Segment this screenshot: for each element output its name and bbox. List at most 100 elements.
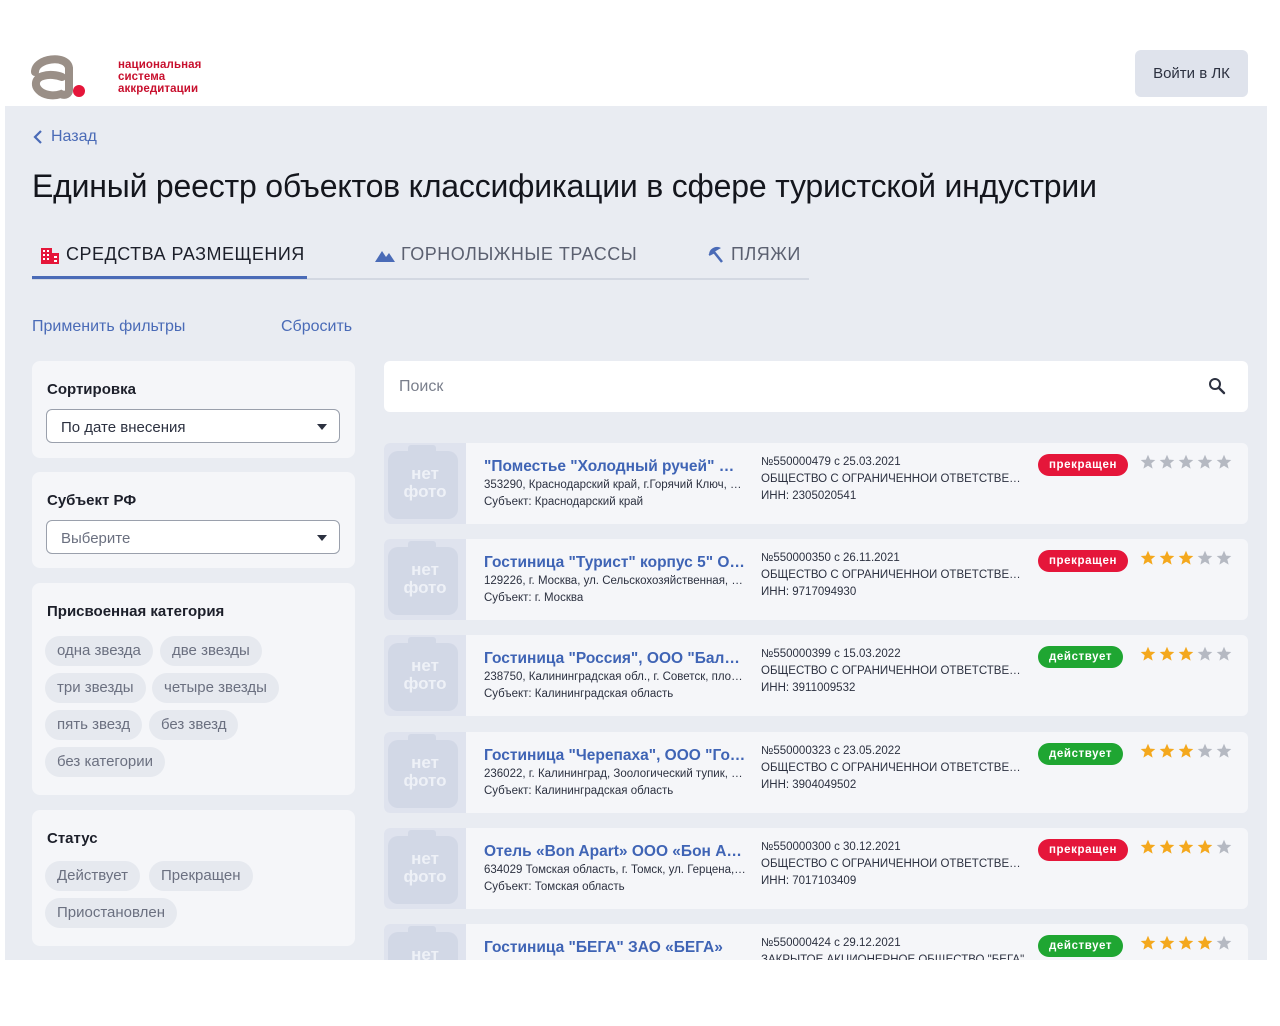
inn-number: ИНН: 9717094930 (761, 586, 857, 598)
star-icon (1159, 743, 1175, 758)
object-subject: Субъект: Томская область (484, 881, 625, 893)
star-rating (1140, 839, 1235, 855)
star-icon (1140, 454, 1156, 469)
status-badge: прекращен (1038, 454, 1128, 476)
no-photo-text: нетфото (403, 464, 447, 501)
building-icon (41, 247, 59, 264)
active-tab-indicator (32, 276, 307, 279)
object-address: 236022, г. Калининград, Зоологический ту… (484, 768, 746, 780)
result-card[interactable]: нетфото Гостиница "БЕГА" ЗАО «БЕГА» №55000… (384, 924, 1248, 960)
tab-label: ПЛЯЖИ (731, 244, 801, 264)
subject-title: Субъект РФ (47, 492, 137, 509)
object-address: 238750, Калининградская обл., г. Советск… (484, 671, 746, 683)
tab-accommodation[interactable]: СРЕДСТВА РАЗМЕЩЕНИЯ (40, 244, 305, 265)
star-icon (1216, 550, 1232, 565)
chip-five-stars[interactable]: пять звезд (45, 710, 143, 740)
back-label: Назад (51, 128, 97, 145)
subject-select[interactable]: Выберите (46, 520, 340, 554)
star-rating (1140, 550, 1235, 566)
star-icon (1197, 646, 1213, 661)
star-icon (1178, 550, 1194, 565)
no-photo-placeholder: нетфото (384, 828, 466, 909)
no-photo-placeholder: нетфото (384, 732, 466, 813)
star-icon (1140, 743, 1156, 758)
object-name[interactable]: Отель «Bon Apart» ООО «Бон Апарт» (484, 843, 746, 861)
star-icon (1159, 646, 1175, 661)
status-badge: действует (1038, 935, 1124, 957)
object-name[interactable]: Гостиница "Россия", ООО "Балтик... (484, 650, 746, 668)
object-name[interactable]: Гостиница "БЕГА" ЗАО «БЕГА» (484, 939, 746, 957)
status-badge: прекращен (1038, 550, 1128, 572)
no-photo-text: нетфото (403, 753, 447, 790)
registry-number: №550000300 с 30.12.2021 (761, 841, 901, 853)
category-tabs: СРЕДСТВА РАЗМЕЩЕНИЯ ГОРНОЛЫЖНЫЕ ТРАССЫ П… (32, 234, 809, 280)
result-card[interactable]: нет фото "Поместье "Холодный ручей" ОО... 3… (384, 443, 1248, 524)
tab-ski-slopes[interactable]: ГОРНОЛЫЖНЫЕ ТРАССЫ (375, 244, 637, 265)
caret-down-icon (317, 424, 327, 430)
star-icon (1216, 743, 1232, 758)
registry-number: №550000479 с 25.03.2021 (761, 456, 901, 468)
object-address: 353290, Краснодарский край, г.Горячий Кл… (484, 479, 746, 491)
result-card[interactable]: нет фото Гостиница "Черепаха", ООО "Гости.… (384, 732, 1248, 813)
star-icon (1159, 839, 1175, 854)
star-icon (1178, 454, 1194, 469)
star-icon (1197, 550, 1213, 565)
result-card[interactable]: нет фото Отель «Bon Apart» ООО «Бон Апарт»… (384, 828, 1248, 909)
tab-beaches[interactable]: ПЛЯЖИ (707, 244, 801, 265)
star-icon (1140, 935, 1156, 950)
chevron-left-icon (33, 130, 42, 144)
chip-no-stars[interactable]: без звезд (149, 710, 239, 740)
chip-three-stars[interactable]: три звезды (45, 673, 146, 703)
caret-down-icon (317, 535, 327, 541)
site-header: национальная система аккредитации Войти … (5, 44, 1267, 106)
star-icon (1197, 454, 1213, 469)
no-photo-placeholder: нетфото (384, 443, 466, 524)
app-frame: национальная система аккредитации Войти … (5, 44, 1267, 960)
star-icon (1216, 646, 1232, 661)
sort-select[interactable]: По дате внесения (46, 409, 340, 443)
chip-status-stopped[interactable]: Прекращен (149, 861, 253, 891)
star-icon (1197, 935, 1213, 950)
chip-four-stars[interactable]: четыре звезды (152, 673, 279, 703)
chip-status-active[interactable]: Действует (45, 861, 140, 891)
sort-title: Сортировка (47, 381, 136, 398)
no-photo-placeholder: нетфото (384, 635, 466, 716)
star-icon (1159, 454, 1175, 469)
star-icon (1140, 839, 1156, 854)
object-address: 129226, г. Москва, ул. Сельскохозяйствен… (484, 575, 746, 587)
result-card[interactable]: нет фото Гостиница "Россия", ООО "Балтик..… (384, 635, 1248, 716)
star-rating (1140, 743, 1235, 759)
back-link[interactable]: Назад (33, 128, 97, 146)
status-title: Статус (47, 830, 98, 847)
chip-one-star[interactable]: одна звезда (45, 636, 153, 666)
reset-filters-link[interactable]: Сбросить (281, 318, 352, 336)
star-rating (1140, 454, 1235, 470)
result-card[interactable]: нет фото Гостиница "Турист" корпус 5" ОО..… (384, 539, 1248, 620)
apply-filters-link[interactable]: Применить фильтры (32, 318, 185, 336)
mountain-icon (375, 250, 395, 262)
search-input[interactable] (384, 361, 1184, 412)
no-photo-text: нетфото (411, 945, 439, 961)
search-icon[interactable] (1208, 377, 1226, 395)
chip-status-suspended[interactable]: Приостановлен (45, 898, 178, 928)
star-icon (1216, 454, 1232, 469)
inn-number: ИНН: 2305020541 (761, 490, 857, 502)
chip-no-category[interactable]: без категории (45, 747, 166, 777)
chip-two-stars[interactable]: две звезды (160, 636, 262, 666)
star-icon (1140, 646, 1156, 661)
registry-number: №550000350 с 26.11.2021 (761, 552, 900, 564)
star-icon (1159, 935, 1175, 950)
object-name[interactable]: Гостиница "Турист" корпус 5" ОО... (484, 554, 746, 572)
star-icon (1216, 839, 1232, 854)
tab-label: СРЕДСТВА РАЗМЕЩЕНИЯ (66, 244, 305, 264)
star-rating (1140, 646, 1235, 662)
star-icon (1178, 935, 1194, 950)
subject-placeholder: Выберите (61, 530, 131, 547)
object-name[interactable]: "Поместье "Холодный ручей" ОО... (484, 458, 746, 476)
object-name[interactable]: Гостиница "Черепаха", ООО "Гости... (484, 747, 746, 765)
star-icon (1178, 839, 1194, 854)
logo[interactable]: национальная система аккредитации (29, 50, 201, 100)
registry-number: №550000399 с 15.03.2022 (761, 648, 901, 660)
login-button[interactable]: Войти в ЛК (1135, 50, 1248, 97)
organization-name: ОБЩЕСТВО С ОГРАНИЧЕННОЙ ОТВЕТСТВЕНН... (761, 762, 1025, 774)
